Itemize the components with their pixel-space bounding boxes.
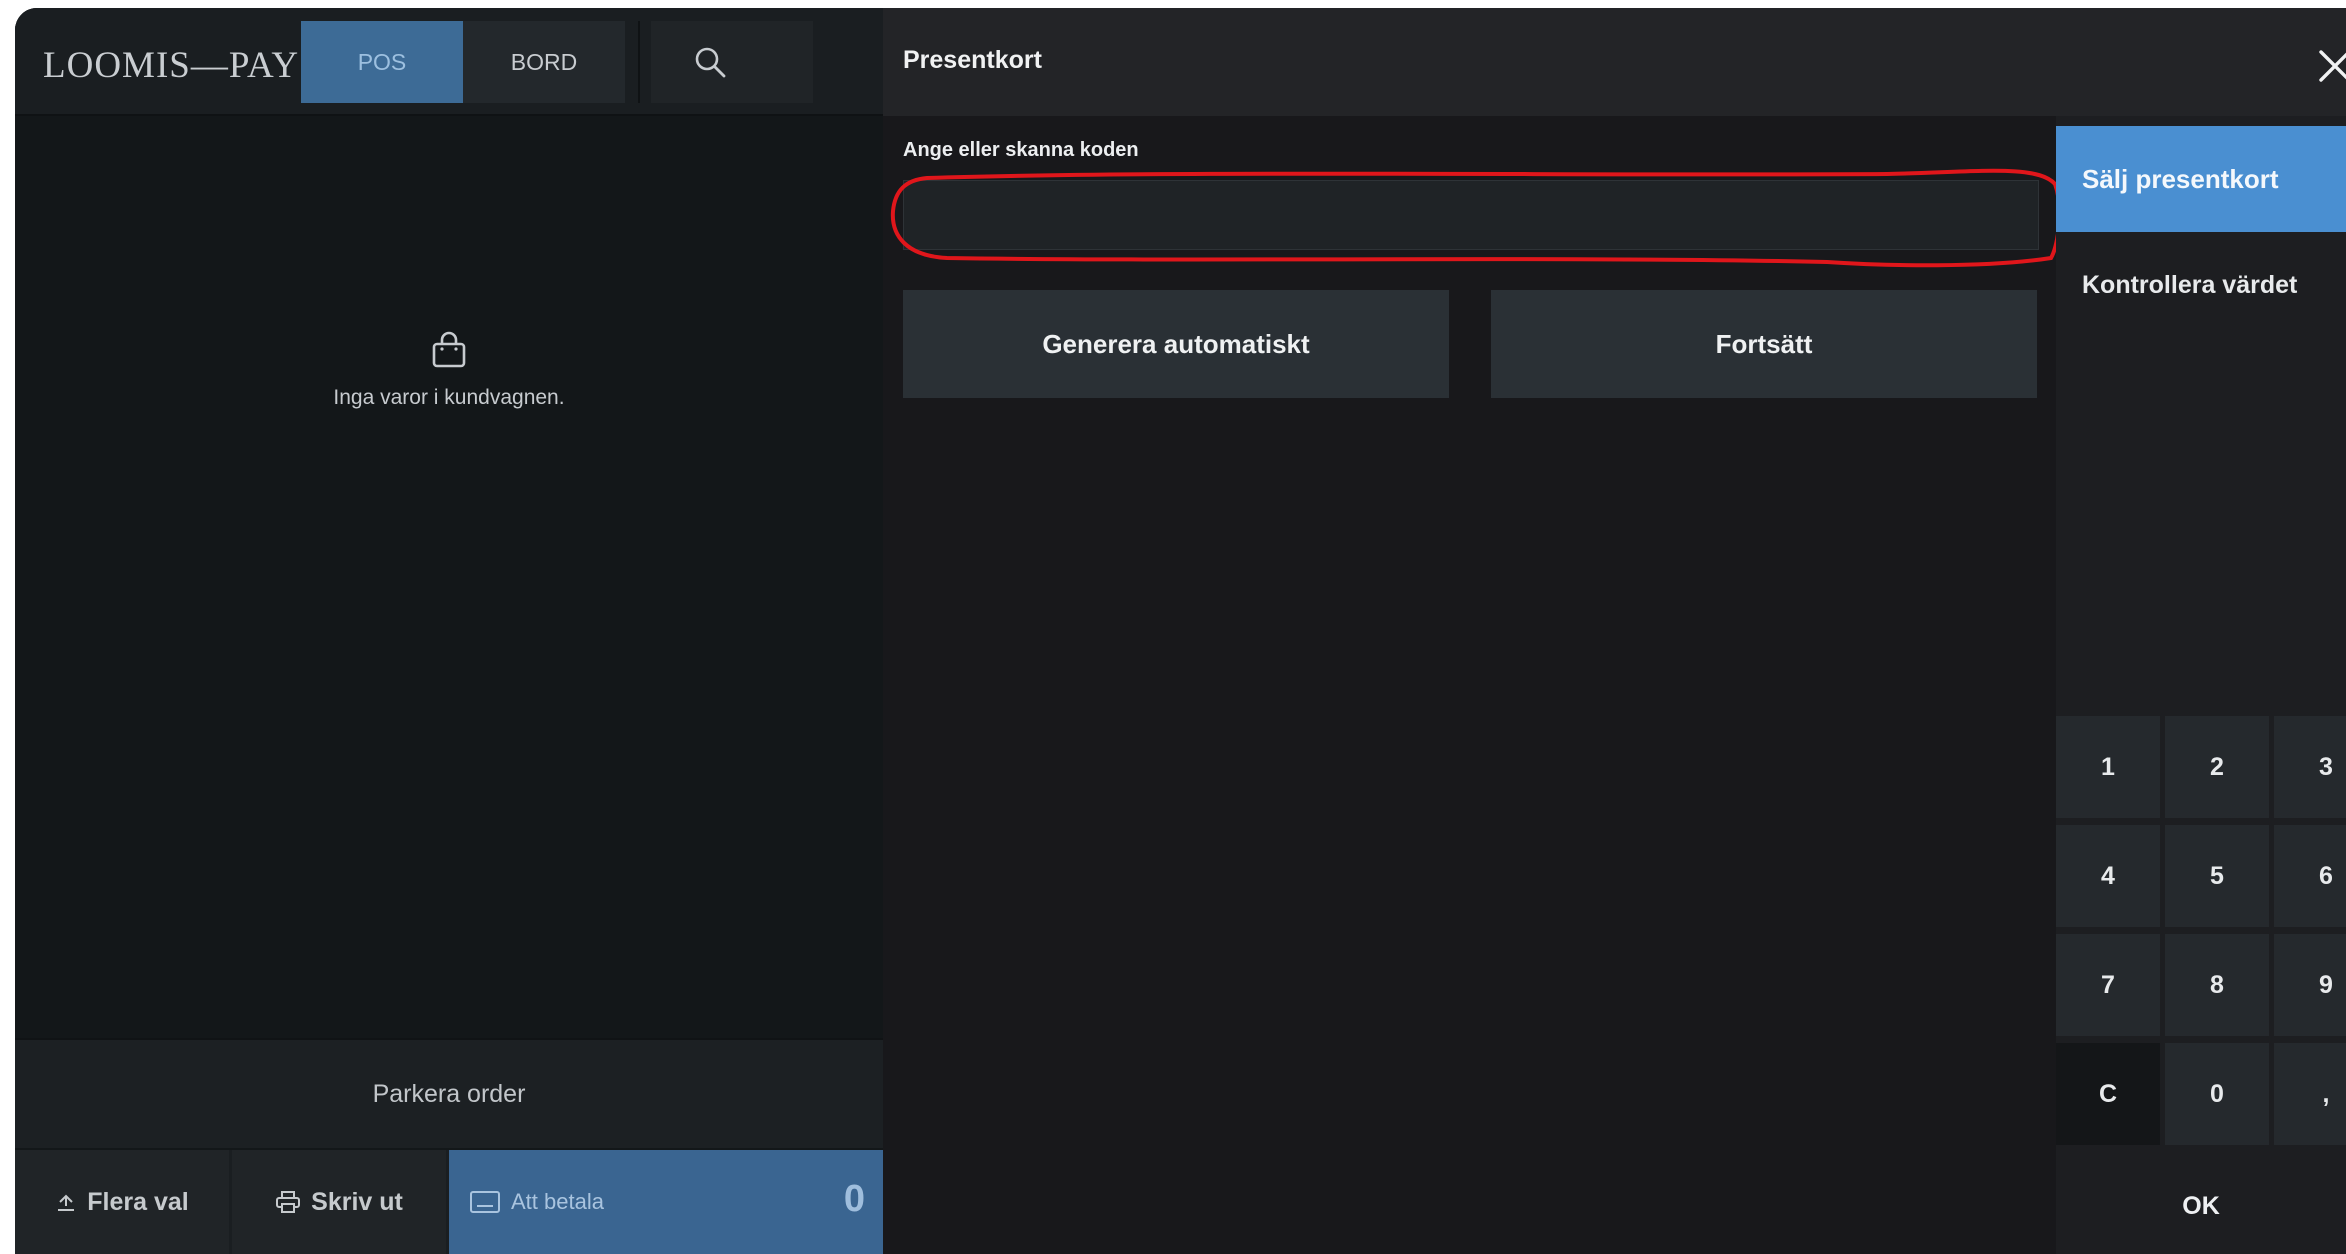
cart-panel: LOOMIS—PAY POS BORD Inga varor i kundvag…: [15, 8, 883, 1254]
pay-amount: 0: [843, 1178, 865, 1220]
gift-card-code-input[interactable]: [903, 180, 2039, 250]
key-1[interactable]: 1: [2056, 716, 2160, 818]
key-clear[interactable]: C: [2056, 1043, 2160, 1145]
app-logo: LOOMIS—PAY: [43, 45, 300, 86]
key-5[interactable]: 5: [2165, 825, 2269, 927]
payment-terminal-icon: [470, 1191, 500, 1213]
shopping-bag-icon: [432, 331, 466, 368]
gift-card-dialog: Presentkort Ange eller skanna koden Gene…: [883, 8, 2346, 1254]
continue-button[interactable]: Fortsätt: [1491, 290, 2037, 398]
top-navigation: LOOMIS—PAY POS BORD: [15, 8, 883, 116]
check-value-option[interactable]: Kontrollera värdet: [2056, 232, 2346, 338]
generate-automatically-button[interactable]: Generera automatiskt: [903, 290, 1449, 398]
search-button[interactable]: [651, 21, 813, 103]
key-4[interactable]: 4: [2056, 825, 2160, 927]
key-2[interactable]: 2: [2165, 716, 2269, 818]
pay-button[interactable]: Att betala 0: [449, 1150, 883, 1254]
key-3[interactable]: 3: [2274, 716, 2346, 818]
key-7[interactable]: 7: [2056, 934, 2160, 1036]
close-icon[interactable]: [2313, 38, 2346, 86]
tab-bord[interactable]: BORD: [463, 21, 625, 103]
pay-label: Att betala: [511, 1189, 604, 1214]
dialog-header: Presentkort: [883, 8, 2346, 116]
nav-divider: [638, 21, 640, 103]
key-0[interactable]: 0: [2165, 1043, 2269, 1145]
print-label: Skriv ut: [311, 1187, 403, 1216]
empty-cart-text: Inga varor i kundvagnen.: [333, 386, 565, 409]
key-8[interactable]: 8: [2165, 934, 2269, 1036]
empty-cart-message: Inga varor i kundvagnen.: [15, 328, 883, 410]
code-field-label: Ange eller skanna koden: [903, 139, 1139, 161]
more-options-button[interactable]: Flera val: [15, 1150, 229, 1254]
sell-gift-card-option[interactable]: Sälj presentkort: [2056, 126, 2346, 232]
bottom-action-bar: Flera val Skriv ut Att betala 0: [15, 1150, 883, 1254]
key-comma[interactable]: ,: [2274, 1043, 2346, 1145]
tab-pos[interactable]: POS: [301, 21, 463, 103]
search-icon: [695, 47, 726, 78]
key-9[interactable]: 9: [2274, 934, 2346, 1036]
dialog-title: Presentkort: [903, 46, 1042, 74]
printer-icon: [276, 1191, 301, 1213]
park-order-button[interactable]: Parkera order: [15, 1038, 883, 1148]
key-6[interactable]: 6: [2274, 825, 2346, 927]
more-options-label: Flera val: [87, 1187, 189, 1216]
print-button[interactable]: Skriv ut: [232, 1150, 446, 1254]
options-icon: [58, 1194, 75, 1211]
ok-button[interactable]: OK: [2056, 1158, 2346, 1254]
pos-application: LOOMIS—PAY POS BORD Inga varor i kundvag…: [15, 8, 2346, 1254]
